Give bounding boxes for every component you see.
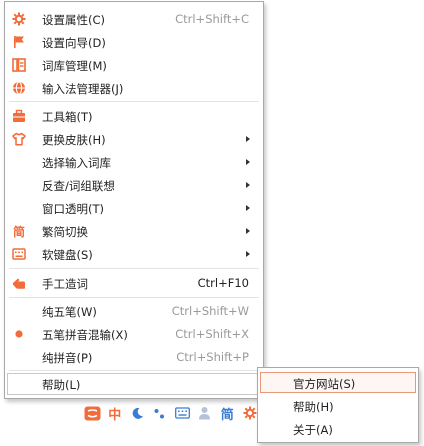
menu-separator — [9, 370, 259, 371]
menu-item-label: 更换皮肤(H) — [42, 133, 106, 147]
menu-item-window-transparency[interactable]: 窗口透明(T) — [5, 197, 263, 219]
menu-item-label: 五笔拼音混输(X) — [42, 328, 128, 342]
flag-icon — [12, 35, 26, 49]
menu-item-label: 词库管理(M) — [42, 59, 107, 73]
menu-item-label: 软键盘(S) — [42, 248, 93, 262]
radio-dot-icon — [12, 327, 26, 341]
menu-item-shortcut: Ctrl+Shift+P — [176, 350, 249, 364]
menu-item-change-skin[interactable]: 更换皮肤(H) — [5, 128, 263, 150]
gear-icon — [12, 12, 26, 26]
submenu-item-label: 关于(A) — [293, 423, 333, 437]
menu-item-label: 选择输入词库 — [42, 156, 111, 170]
menu-separator — [9, 268, 259, 269]
simplified-traditional-toggle[interactable]: 简 — [218, 404, 237, 423]
menu-item-shortcut: Ctrl+F10 — [197, 276, 249, 290]
menu-item-dictionary-manager[interactable]: 词库管理(M) — [5, 54, 263, 76]
menu-item-wubi-pinyin-mixed[interactable]: 五笔拼音混输(X) Ctrl+Shift+X — [5, 323, 263, 345]
menu-separator — [9, 297, 259, 298]
dictionary-icon — [12, 58, 26, 72]
help-submenu: 官方网站(S) 帮助(H) 关于(A) — [257, 367, 419, 443]
toolbox-icon — [12, 109, 26, 123]
submenu-item-label: 官方网站(S) — [293, 377, 356, 391]
logo-icon[interactable] — [83, 404, 102, 422]
punctuation-icon[interactable] — [151, 404, 170, 422]
submenu-arrow-icon — [246, 251, 250, 257]
traditional-char-icon: 简 — [12, 224, 25, 239]
context-menu: 设置属性(C) Ctrl+Shift+C 设置向导(D) 词库管理(M) 输入法… — [4, 1, 264, 399]
submenu-arrow-icon — [246, 228, 250, 234]
submenu-arrow-icon — [246, 182, 250, 188]
hand-icon — [12, 276, 26, 290]
submenu-item-help[interactable]: 帮助(H) — [258, 395, 418, 416]
menu-item-select-dictionary[interactable]: 选择输入词库 — [5, 151, 263, 173]
gear-icon[interactable] — [241, 404, 260, 422]
menu-item-shortcut: Ctrl+Shift+W — [171, 304, 249, 318]
menu-item-label: 设置属性(C) — [42, 13, 106, 27]
menu-item-shortcut: Ctrl+Shift+X — [175, 327, 249, 341]
menu-item-pure-pinyin[interactable]: 纯拼音(P) Ctrl+Shift+P — [5, 346, 263, 368]
ime-status-bar: 中 简 — [83, 403, 259, 423]
chinese-mode-toggle[interactable]: 中 — [106, 404, 125, 423]
menu-item-reverse-lookup[interactable]: 反查/词组联想 — [5, 174, 263, 196]
menu-item-help[interactable]: 帮助(L) — [5, 373, 263, 395]
menu-item-shortcut: Ctrl+Shift+C — [175, 12, 249, 26]
menu-item-label: 设置向导(D) — [42, 36, 106, 50]
submenu-arrow-icon — [246, 159, 250, 165]
menu-item-label: 纯五笔(W) — [42, 305, 97, 319]
menu-item-label: 输入法管理器(J) — [42, 82, 124, 96]
menu-item-setup-wizard[interactable]: 设置向导(D) — [5, 31, 263, 53]
menu-item-traditional-simplified[interactable]: 简 繁简切换 — [5, 220, 263, 242]
shirt-icon — [12, 132, 26, 146]
menu-item-soft-keyboard[interactable]: 软键盘(S) — [5, 243, 263, 265]
menu-item-label: 反查/词组联想 — [42, 179, 115, 193]
user-icon[interactable] — [196, 404, 215, 422]
menu-item-pure-wubi[interactable]: 纯五笔(W) Ctrl+Shift+W — [5, 300, 263, 322]
menu-separator — [9, 101, 259, 102]
menu-item-settings[interactable]: 设置属性(C) Ctrl+Shift+C — [5, 8, 263, 30]
moon-icon[interactable] — [128, 404, 147, 422]
menu-item-label: 纯拼音(P) — [42, 351, 93, 365]
submenu-item-about[interactable]: 关于(A) — [258, 418, 418, 439]
keyboard-icon — [12, 247, 26, 261]
menu-item-label: 手工造词 — [42, 277, 88, 291]
menu-item-ime-manager[interactable]: 输入法管理器(J) — [5, 77, 263, 99]
globe-icon — [12, 81, 26, 95]
submenu-item-official-site[interactable]: 官方网站(S) — [258, 372, 418, 393]
menu-item-toolbox[interactable]: 工具箱(T) — [5, 105, 263, 127]
menu-item-label: 帮助(L) — [42, 378, 81, 392]
menu-item-label: 繁简切换 — [42, 225, 88, 239]
submenu-item-label: 帮助(H) — [293, 400, 334, 414]
menu-item-label: 窗口透明(T) — [42, 202, 104, 216]
submenu-arrow-icon — [246, 136, 250, 142]
submenu-arrow-icon — [246, 205, 250, 211]
menu-item-manual-word[interactable]: 手工造词 Ctrl+F10 — [5, 272, 263, 294]
menu-item-label: 工具箱(T) — [42, 110, 93, 124]
keyboard-icon[interactable] — [173, 404, 192, 422]
